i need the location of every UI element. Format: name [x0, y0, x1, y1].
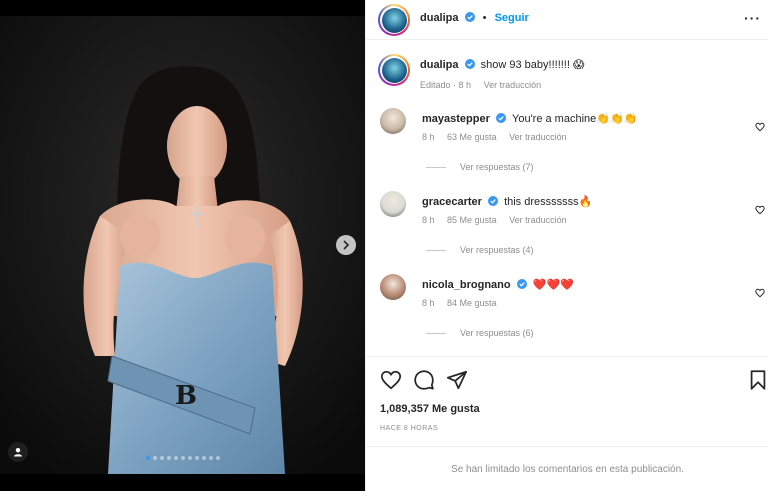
replies-divider — [426, 332, 446, 334]
next-photo-button[interactable] — [336, 235, 356, 255]
carousel-dot — [208, 456, 213, 460]
post-photo[interactable]: B — [0, 16, 365, 474]
comment-time: 8 h — [422, 215, 435, 225]
comment-like-icon[interactable] — [755, 205, 765, 215]
instagram-post-modal: B dualipa • Seguir ··· dualipa show 93 b… — [0, 0, 768, 491]
carousel-dot — [173, 456, 178, 460]
comment-item: gracecarter this dresssssss🔥 8 h 85 Me g… — [380, 191, 765, 267]
view-replies-label[interactable]: Ver respuestas (6) — [460, 328, 534, 338]
comment-time: 8 h — [422, 298, 435, 308]
comment-body: nicola_brognano ❤️❤️❤️ — [422, 278, 742, 291]
share-icon[interactable] — [446, 369, 468, 391]
carousel-dot — [201, 456, 206, 460]
comment-translate-link[interactable]: Ver traducción — [509, 132, 567, 142]
comment-body: gracecarter this dresssssss🔥 — [422, 195, 742, 208]
caption-translate-link[interactable]: Ver traducción — [484, 80, 542, 90]
next-arrow-icon — [343, 240, 350, 250]
comment-meta: 8 h 84 Me gusta — [422, 298, 507, 308]
author-avatar[interactable] — [378, 4, 410, 36]
follow-button[interactable]: Seguir — [495, 12, 529, 24]
caption-meta: Editado · 8 h Ver traducción — [420, 80, 551, 90]
comment-avatar[interactable] — [380, 191, 406, 217]
caption-author-avatar[interactable] — [378, 54, 410, 86]
comment-meta: 8 h 63 Me gusta Ver traducción — [422, 132, 577, 142]
comment-body: mayastepper You're a machine👏👏👏 — [422, 112, 742, 125]
likes-count[interactable]: 1,089,357 Me gusta — [380, 403, 480, 415]
comment-avatar[interactable] — [380, 274, 406, 300]
post-actions: 1,089,357 Me gusta HACE 8 HORAS — [366, 356, 768, 446]
carousel-dot — [152, 456, 157, 460]
view-replies-button[interactable]: Ver respuestas (6) — [426, 328, 534, 338]
carousel-dot — [215, 456, 220, 460]
separator: • — [482, 12, 487, 24]
bookmark-icon[interactable] — [747, 369, 768, 391]
verified-icon — [464, 12, 475, 22]
verified-icon — [464, 59, 475, 69]
carousel-dot — [194, 456, 199, 460]
comment-meta: 8 h 85 Me gusta Ver traducción — [422, 215, 577, 225]
comment-likes[interactable]: 85 Me gusta — [447, 215, 497, 225]
post-timestamp: HACE 8 HORAS — [380, 425, 439, 432]
caption-username[interactable]: dualipa — [420, 59, 459, 71]
photo-pane: B — [0, 0, 365, 491]
comment-text: You're a machine👏👏👏 — [512, 113, 638, 125]
comment-likes[interactable]: 63 Me gusta — [447, 132, 497, 142]
comment-username[interactable]: gracecarter — [422, 196, 482, 208]
author-username[interactable]: dualipa — [420, 12, 459, 24]
verified-icon — [488, 196, 498, 206]
comment-username[interactable]: nicola_brognano — [422, 279, 511, 291]
verified-icon — [495, 113, 506, 123]
comment-translate-link[interactable]: Ver traducción — [509, 215, 567, 225]
verified-icon — [516, 279, 527, 289]
comment-time: 8 h — [422, 132, 435, 142]
caption-text: show 93 baby!!!!!!! 😱 — [480, 59, 585, 71]
caption-edited-time: Editado · 8 h — [420, 80, 472, 90]
comment-avatar[interactable] — [380, 108, 406, 134]
comments-limited-notice: Se han limitado los comentarios en esta … — [366, 446, 768, 491]
heart-icon[interactable] — [380, 369, 402, 391]
replies-divider — [426, 249, 446, 251]
svg-text:B: B — [175, 381, 197, 411]
view-replies-label[interactable]: Ver respuestas (4) — [460, 245, 534, 255]
comment-icon[interactable] — [413, 369, 435, 391]
view-replies-label[interactable]: Ver respuestas (7) — [460, 162, 534, 172]
carousel-dot — [145, 456, 150, 460]
comment-username[interactable]: mayastepper — [422, 113, 490, 125]
caption: dualipa show 93 baby!!!!!!! 😱 — [420, 58, 750, 71]
comment-text: ❤️❤️❤️ — [532, 279, 574, 291]
more-options-button[interactable]: ··· — [744, 10, 761, 26]
post-side-panel: dualipa • Seguir ··· dualipa show 93 bab… — [365, 0, 768, 491]
comment-text: this dresssssss🔥 — [504, 196, 593, 208]
comment-like-icon[interactable] — [755, 122, 765, 132]
view-replies-button[interactable]: Ver respuestas (4) — [426, 245, 534, 255]
carousel-dot — [159, 456, 164, 460]
post-header: dualipa • Seguir ··· — [366, 0, 768, 40]
comment-like-icon[interactable] — [755, 288, 765, 298]
carousel-dot — [180, 456, 185, 460]
view-replies-button[interactable]: Ver respuestas (7) — [426, 162, 534, 172]
carousel-dot — [187, 456, 192, 460]
comment-likes[interactable]: 84 Me gusta — [447, 298, 497, 308]
carousel-dot — [166, 456, 171, 460]
comment-item: nicola_brognano ❤️❤️❤️ 8 h 84 Me gusta V… — [380, 274, 765, 350]
carousel-indicator — [0, 456, 365, 460]
replies-divider — [426, 166, 446, 168]
comment-item: mayastepper You're a machine👏👏👏 8 h 63 M… — [380, 108, 765, 184]
